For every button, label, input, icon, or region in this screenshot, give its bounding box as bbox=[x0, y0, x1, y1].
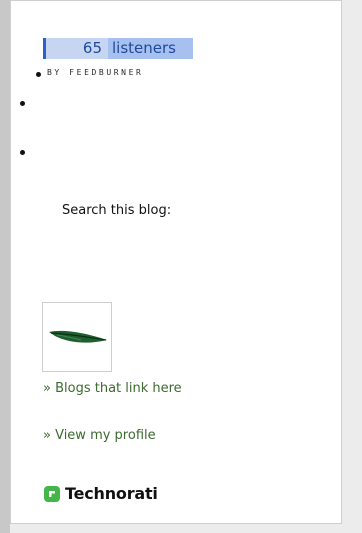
feedburner-chicklet[interactable]: 65 listeners bbox=[43, 38, 193, 59]
left-border-strip bbox=[0, 0, 10, 533]
list-bullet bbox=[20, 150, 25, 155]
technorati-logo[interactable]: Technorati bbox=[43, 484, 158, 503]
view-my-profile-link[interactable]: » View my profile bbox=[43, 428, 156, 443]
feather-icon bbox=[49, 330, 107, 343]
list-bullet bbox=[20, 101, 25, 106]
technorati-logo-text: Technorati bbox=[65, 484, 158, 503]
listener-label: listeners bbox=[108, 38, 193, 59]
technorati-logo-icon bbox=[44, 485, 60, 502]
sidebar-panel bbox=[10, 0, 342, 524]
feedburner-byline: BY FEEDBURNER bbox=[47, 68, 144, 77]
blogs-that-link-here-link[interactable]: » Blogs that link here bbox=[43, 381, 182, 396]
list-bullet bbox=[36, 72, 41, 77]
listener-count: 65 bbox=[43, 38, 108, 59]
feather-thumbnail[interactable] bbox=[42, 302, 112, 372]
search-label: Search this blog: bbox=[62, 203, 172, 218]
